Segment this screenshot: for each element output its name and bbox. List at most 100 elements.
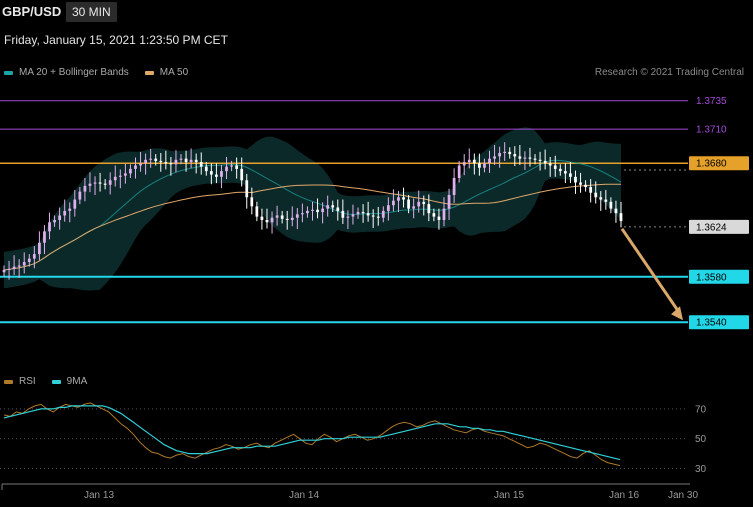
candle-body [88, 183, 92, 186]
candle-body [483, 163, 486, 168]
candle-body [619, 213, 623, 222]
candle-body [83, 185, 87, 192]
candle-body [169, 163, 173, 165]
level-label-1.3680: 1.3680 [689, 156, 749, 171]
candle-body [108, 180, 112, 185]
candle-body [118, 175, 122, 177]
candle-body [609, 201, 613, 209]
candle-body [508, 151, 512, 155]
candle-body [204, 166, 208, 172]
candle-body [164, 162, 168, 164]
candle-body [599, 197, 603, 200]
candle-body [397, 197, 400, 201]
time-axis: Jan 13 Jan 14 Jan 15 Jan 16 Jan 30 [1, 483, 698, 501]
candle-body [392, 200, 395, 206]
candle-body [215, 174, 218, 177]
candle-body [432, 213, 436, 217]
candle-body [68, 208, 72, 211]
candle-body [184, 158, 188, 163]
time-tick-jan-14: Jan 14 [289, 490, 319, 501]
candle-body [103, 183, 107, 185]
candle-body [113, 176, 117, 181]
candle-body [407, 199, 410, 209]
candle-body [518, 156, 522, 159]
candle-body [174, 159, 178, 165]
candle-body [467, 159, 471, 163]
rsi-tick-50: 50 [695, 434, 707, 445]
candle-body [209, 171, 213, 175]
candle-body [528, 157, 532, 159]
candle-body [17, 265, 21, 267]
candle-body [513, 154, 517, 157]
candle-body [290, 217, 294, 220]
candle-body [422, 201, 426, 205]
candle-body [503, 151, 507, 153]
candle-body [478, 163, 481, 168]
level-label-1.3624: 1.3624 [689, 219, 749, 234]
candle-body [22, 262, 26, 266]
price-chart[interactable]: 1.3735 1.3710 1.3680 1.3624 1.3580 1.3540 70 5… [0, 0, 753, 507]
candle-body [321, 208, 324, 213]
candle-body [371, 215, 375, 217]
candle-body [533, 158, 537, 160]
candle-body [139, 163, 142, 166]
level-label-text: 1.3680 [696, 159, 727, 170]
candle-body [285, 218, 289, 220]
level-label-text: 1.3540 [696, 318, 727, 329]
level-label-text: 1.3735 [696, 96, 727, 107]
candle-body [341, 210, 345, 218]
candle-body [58, 215, 62, 220]
candle-body [584, 184, 587, 188]
time-tick-jan-16: Jan 16 [609, 490, 639, 501]
candle-body [589, 187, 593, 193]
time-tick-jan-30: Jan 30 [668, 490, 698, 501]
level-labels-layer: 1.3735 1.3710 1.3680 1.3624 1.3580 1.3540 [689, 96, 749, 330]
candle-body [38, 242, 41, 255]
candle-body [255, 206, 259, 217]
level-label-text: 1.3580 [696, 272, 727, 283]
candle-body [336, 207, 340, 211]
candle-body [129, 168, 132, 174]
level-label-1.3580: 1.3580 [689, 269, 749, 284]
candle-body [574, 176, 577, 183]
candle-body [563, 171, 567, 174]
candle-body [311, 209, 314, 211]
projection-arrow-shaft [620, 227, 681, 314]
level-label-1.3540: 1.3540 [689, 315, 749, 330]
candle-body [376, 216, 380, 218]
candle-body [280, 215, 284, 219]
candle-body [417, 201, 421, 207]
candle-body [594, 192, 598, 198]
candle-body [579, 182, 582, 185]
candle-body [412, 206, 416, 209]
candle-body [548, 163, 552, 166]
candle-body [260, 216, 264, 220]
candle-body [558, 168, 562, 172]
candle-body [301, 213, 304, 215]
candle-body [159, 160, 163, 163]
rsi-tick-30: 30 [695, 464, 707, 475]
candle-body [386, 205, 390, 211]
candle-body [437, 216, 441, 220]
candle-body [604, 199, 608, 202]
candle-body [381, 210, 385, 218]
candle-body [331, 205, 335, 208]
candle-body [447, 195, 451, 209]
rsi-line [3, 402, 621, 467]
candle-body [149, 158, 153, 160]
candle-body [457, 165, 461, 178]
candle-body [614, 208, 618, 214]
time-tick-jan-13: Jan 13 [84, 490, 114, 501]
level-label-text: 1.3624 [696, 222, 727, 233]
rsi-9ma-line [3, 405, 621, 461]
time-tick-jan-15: Jan 15 [494, 490, 524, 501]
candle-body [351, 214, 355, 217]
candle-body [275, 215, 279, 218]
candle-body [73, 199, 77, 209]
candle-body [295, 214, 299, 218]
candle-body [235, 165, 239, 169]
level-label-1.3735: 1.3735 [696, 96, 727, 107]
candle-body [134, 165, 137, 169]
candle-body [265, 220, 269, 223]
candle-body [78, 191, 82, 200]
